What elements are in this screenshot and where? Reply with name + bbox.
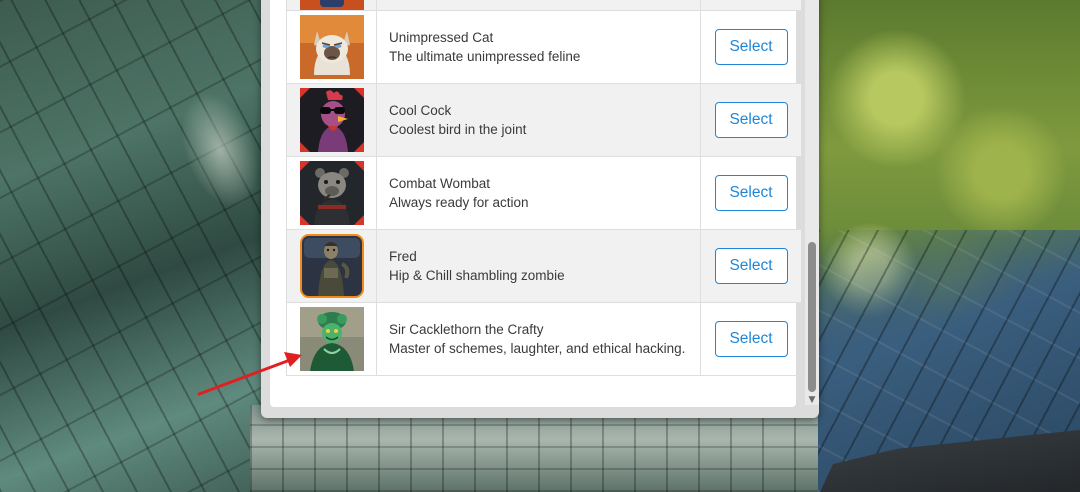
cool-cock-avatar-icon [299, 88, 364, 152]
table-row: Cool Cock Coolest bird in the joint Sele… [286, 83, 802, 157]
character-select-dialog: Unimpressed Cat The ultimate unimpressed… [261, 0, 819, 418]
character-info: Sir Cacklethorn the Crafty Master of sch… [376, 302, 701, 376]
table-row: Sir Cacklethorn the Crafty Master of sch… [286, 302, 802, 376]
avatar-cell [286, 83, 377, 157]
character-name: Fred [389, 249, 417, 264]
scroll-down-arrow-icon[interactable]: ▼ [807, 395, 817, 405]
select-button[interactable]: Select [714, 321, 788, 357]
action-cell: Select [700, 10, 802, 84]
character-info: Cool Cock Coolest bird in the joint [376, 83, 701, 157]
action-cell: Select [700, 302, 802, 376]
sir-cacklethorn-avatar-icon [299, 307, 364, 371]
action-cell: Select [700, 83, 802, 157]
character-name: Unimpressed Cat [389, 30, 494, 45]
character-name: Cool Cock [389, 103, 452, 118]
character-description: Hip & Chill shambling zombie [389, 268, 565, 283]
character-name: Combat Wombat [389, 176, 491, 191]
avatar-cell [286, 302, 377, 376]
character-description: The ultimate unimpressed feline [389, 49, 581, 64]
character-description: Always ready for action [389, 195, 529, 210]
select-button[interactable]: Select [714, 248, 788, 284]
avatar-cell [286, 0, 377, 11]
avatar-cell [286, 156, 377, 230]
avatar-cell [286, 229, 377, 303]
fred-zombie-avatar-icon [299, 234, 364, 298]
character-description: Master of schemes, laughter, and ethical… [389, 341, 686, 356]
table-row: Fred Hip & Chill shambling zombie Select [286, 229, 802, 303]
action-cell: Select [700, 156, 802, 230]
select-button[interactable]: Select [714, 102, 788, 138]
character-info: Fred Hip & Chill shambling zombie [376, 229, 701, 303]
unimpressed-cat-avatar-icon [299, 15, 364, 79]
scrollbar-thumb[interactable] [808, 242, 816, 392]
combat-wombat-avatar-icon [299, 161, 364, 225]
character-info: Unimpressed Cat The ultimate unimpressed… [376, 10, 701, 84]
partial-avatar [299, 0, 364, 10]
action-cell: Select [700, 229, 802, 303]
character-description: Coolest bird in the joint [389, 122, 527, 137]
select-button[interactable]: Select [714, 29, 788, 65]
character-info: Combat Wombat Always ready for action [376, 156, 701, 230]
table-row-partial [286, 0, 802, 11]
table-row: Unimpressed Cat The ultimate unimpressed… [286, 10, 802, 84]
character-list-panel: Unimpressed Cat The ultimate unimpressed… [270, 0, 802, 407]
avatar-cell [286, 10, 377, 84]
select-button[interactable]: Select [714, 175, 788, 211]
character-table: Unimpressed Cat The ultimate unimpressed… [286, 0, 802, 376]
table-row: Combat Wombat Always ready for action Se… [286, 156, 802, 230]
character-name: Sir Cacklethorn the Crafty [389, 322, 544, 337]
vertical-scrollbar[interactable]: ▼ [805, 0, 819, 405]
background-paving-bottom [250, 405, 850, 492]
